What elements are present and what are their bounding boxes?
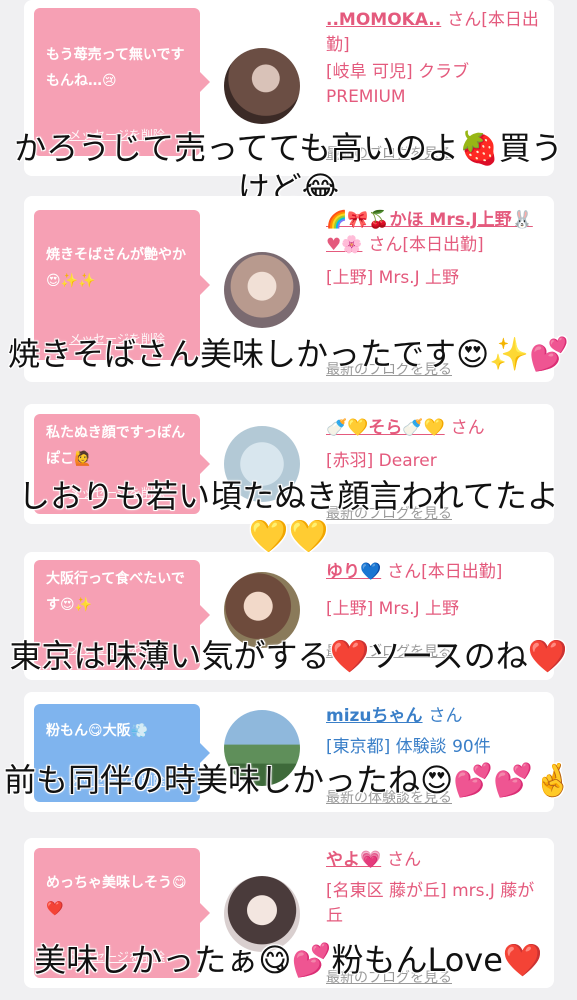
message-text: 大阪行って食べたいです😍✨ xyxy=(46,571,185,613)
profile-name-link[interactable]: やよ💗 xyxy=(326,850,381,870)
profile-info: ゆり💙 さん[本日出勤] [上野] Mrs.J 上野 最新のブログを見る xyxy=(326,560,546,660)
profile-name-link[interactable]: ..MOMOKA.. xyxy=(326,10,441,30)
status-text: さん[本日出勤] xyxy=(368,235,484,255)
overlay-caption: 前も同伴の時美味しかったね😍💕💕🤞 xyxy=(4,761,573,799)
profile-name-link[interactable]: 🍼💛そら🍼💛 xyxy=(326,418,445,438)
profile-info: mizuちゃん さん [東京都] 体験談 90件 最新の体験談を見る xyxy=(326,704,546,806)
overlay-caption: 美味しかったぁ😋💕粉もんLove❤️ xyxy=(34,941,543,979)
overlay-caption: 焼きそばさん美味しかったです😍✨💕 xyxy=(7,335,570,373)
shop-area: [赤羽] Dearer xyxy=(326,451,437,471)
profile-info: ..MOMOKA.. さん[本日出勤] [岐阜 可児] クラブPREMIUM 最新… xyxy=(326,8,546,162)
message-text: 粉もん😋大阪💨 xyxy=(46,723,149,739)
profile-info: やよ💗 さん [名東区 藤が丘] mrs.J 藤が丘 最新のブログを見る xyxy=(326,848,546,986)
overlay-caption: しおりも若い頃たぬき顔言われてたよ💛💛 xyxy=(18,477,559,555)
status-text: さん xyxy=(387,850,422,870)
message-text: 焼きそばさんが艶やか😍✨✨ xyxy=(46,247,186,289)
shop-area: [上野] Mrs.J 上野 xyxy=(326,268,460,288)
message-text: もう苺売って無いですもんね…😢 xyxy=(46,47,185,89)
status-text: さん xyxy=(428,706,463,726)
profile-info: 🍼💛そら🍼💛 さん [赤羽] Dearer 最新のブログを見る xyxy=(326,416,546,522)
message-text: 私たぬき顔ですっぽんぽこ🙋 xyxy=(46,425,186,467)
overlay-caption: 東京は味薄い気がする❤️ソースのね❤️ xyxy=(9,637,568,675)
avatar[interactable] xyxy=(224,252,300,328)
profile-name-link[interactable]: ゆり💙 xyxy=(326,562,381,582)
avatar[interactable] xyxy=(224,48,300,124)
status-text: さん xyxy=(450,418,485,438)
shop-area: [名東区 藤が丘] mrs.J 藤が丘 xyxy=(326,881,535,926)
shop-area: [岐阜 可児] クラブPREMIUM xyxy=(326,62,470,107)
profile-name-link[interactable]: mizuちゃん xyxy=(326,706,423,726)
profile-info: 🌈🎀🍒かほ Mrs.J上野🐰♥🌸 さん[本日出勤] [上野] Mrs.J 上野 最… xyxy=(326,208,546,378)
message-text: めっちゃ美味しそう😋❤️ xyxy=(46,875,187,917)
status-text: さん[本日出勤] xyxy=(387,562,503,582)
shop-area: [東京都] 体験談 90件 xyxy=(326,737,491,757)
shop-area: [上野] Mrs.J 上野 xyxy=(326,599,460,619)
